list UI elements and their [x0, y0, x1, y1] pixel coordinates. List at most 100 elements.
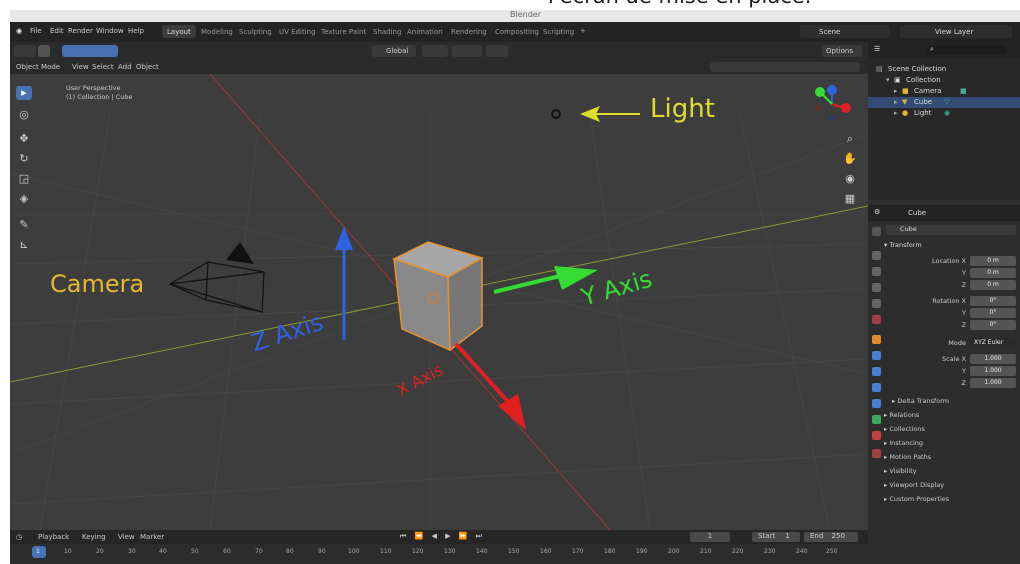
selection-mode-group[interactable]	[62, 45, 118, 57]
scale-y-field[interactable]: 1.000	[970, 366, 1016, 376]
data-tab-icon[interactable]	[872, 415, 881, 424]
cursor-tool[interactable]: ◎	[16, 108, 32, 122]
menu-help[interactable]: Help	[128, 27, 144, 35]
blender-logo-icon[interactable]: ◉	[16, 27, 22, 35]
particles-tab-icon[interactable]	[872, 367, 881, 376]
rotate-tool[interactable]: ↻	[16, 152, 32, 166]
cube-object[interactable]	[392, 241, 484, 352]
menu-add[interactable]: Add	[118, 63, 132, 71]
location-z-field[interactable]: 0 m	[970, 280, 1016, 290]
constraints-tab-icon[interactable]	[872, 399, 881, 408]
pivot-dropdown[interactable]	[422, 45, 448, 57]
view-layer-selector[interactable]: View Layer	[900, 25, 1012, 38]
relations-panel[interactable]: ▸ Relations	[884, 411, 919, 419]
viewport-display-panel[interactable]: ▸ Viewport Display	[884, 481, 944, 489]
transform-orientation-dropdown[interactable]: Global	[372, 45, 416, 57]
render-tab-icon[interactable]	[872, 251, 881, 260]
outliner-row-collection[interactable]: ▾ ▣ Collection	[868, 75, 1020, 86]
camera-view-icon[interactable]: ◉	[842, 172, 858, 186]
camera-object[interactable]	[168, 261, 265, 313]
tab-modeling[interactable]: Modeling	[196, 25, 238, 38]
menu-view[interactable]: View	[72, 63, 89, 71]
3d-viewport[interactable]: User Perspective (1) Collection | Cube L…	[10, 74, 868, 530]
rotation-y-field[interactable]: 0°	[970, 308, 1016, 318]
current-frame-field[interactable]: 1	[690, 532, 730, 542]
tab-shading[interactable]: Shading	[368, 25, 406, 38]
scale-x-field[interactable]: 1.000	[970, 354, 1016, 364]
outliner-row-scene-collection[interactable]: ▤ Scene Collection	[868, 64, 1020, 75]
object-name-field[interactable]: Cube	[886, 225, 1016, 235]
menu-file[interactable]: File	[30, 27, 42, 35]
select-box-tool[interactable]: ▸	[16, 86, 32, 100]
outliner-search-input[interactable]: ⌕	[926, 45, 1006, 55]
perspective-toggle-icon[interactable]: ▦	[842, 192, 858, 206]
snap-toggle[interactable]	[452, 45, 482, 57]
add-workspace-icon[interactable]: +	[580, 27, 586, 35]
output-tab-icon[interactable]	[872, 267, 881, 276]
transform-panel-header[interactable]: ▾ Transform	[884, 241, 922, 249]
rotation-x-field[interactable]: 0°	[970, 296, 1016, 306]
collections-panel[interactable]: ▸ Collections	[884, 425, 925, 433]
delta-transform-panel[interactable]: ▸ Delta Transform	[892, 397, 949, 405]
menu-window[interactable]: Window	[96, 27, 124, 35]
physics-tab-icon[interactable]	[872, 383, 881, 392]
menu-playback[interactable]: Playback	[38, 533, 69, 541]
tab-rendering[interactable]: Rendering	[446, 25, 492, 38]
view-layer-tab-icon[interactable]	[872, 283, 881, 292]
light-object[interactable]	[551, 109, 561, 119]
object-tab-icon[interactable]	[872, 335, 881, 344]
select-mode-button[interactable]	[38, 45, 50, 57]
rotation-mode-dropdown[interactable]: XYZ Euler	[970, 338, 1016, 348]
scene-tab-icon[interactable]	[872, 299, 881, 308]
outliner-row-light[interactable]: ▸ ● Light ◉	[868, 108, 1020, 119]
pan-hand-icon[interactable]: ✋	[842, 152, 858, 166]
start-frame-field[interactable]: Start 1	[752, 532, 800, 542]
tool-tab-icon[interactable]	[872, 227, 881, 236]
tab-animation[interactable]: Animation	[402, 25, 448, 38]
visibility-panel[interactable]: ▸ Visibility	[884, 467, 917, 475]
tab-texture-paint[interactable]: Texture Paint	[316, 25, 371, 38]
rotation-z-field[interactable]: 0°	[970, 320, 1016, 330]
tab-compositing[interactable]: Compositing	[490, 25, 544, 38]
proportional-edit-toggle[interactable]	[486, 45, 508, 57]
motion-paths-panel[interactable]: ▸ Motion Paths	[884, 453, 931, 461]
scale-tool[interactable]: ◲	[16, 172, 32, 186]
menu-object[interactable]: Object	[136, 63, 159, 71]
menu-timeline-view[interactable]: View	[118, 533, 135, 541]
instancing-panel[interactable]: ▸ Instancing	[884, 439, 923, 447]
annotate-tool[interactable]: ✎	[16, 218, 32, 232]
location-x-field[interactable]: 0 m	[970, 256, 1016, 266]
menu-keying[interactable]: Keying	[82, 533, 106, 541]
material-tab-icon[interactable]	[872, 431, 881, 440]
editor-type-button[interactable]	[14, 45, 36, 57]
scale-z-field[interactable]: 1.000	[970, 378, 1016, 388]
custom-properties-panel[interactable]: ▸ Custom Properties	[884, 495, 949, 503]
texture-tab-icon[interactable]	[872, 449, 881, 458]
measure-tool[interactable]: ⊾	[16, 238, 32, 252]
outliner-row-camera[interactable]: ▸ ■ Camera ■	[868, 86, 1020, 97]
navigation-gizmo[interactable]	[815, 85, 851, 121]
options-dropdown[interactable]: Options	[822, 45, 862, 57]
timeline-editor-icon[interactable]: ◷	[16, 533, 22, 541]
scene-selector[interactable]: Scene	[800, 25, 890, 38]
tab-sculpting[interactable]: Sculpting	[234, 25, 277, 38]
timeline-area[interactable]: 1 10 20 30 40 50 60 70 80 90 100 110 120…	[10, 544, 868, 564]
tab-layout[interactable]: Layout	[162, 25, 196, 38]
zoom-icon[interactable]: ⌕	[842, 132, 858, 146]
location-y-field[interactable]: 0 m	[970, 268, 1016, 278]
object-mode-dropdown[interactable]: Object Mode	[16, 63, 60, 71]
world-tab-icon[interactable]	[872, 315, 881, 324]
tab-uv-editing[interactable]: UV Editing	[274, 25, 321, 38]
menu-marker[interactable]: Marker	[140, 533, 164, 541]
move-tool[interactable]: ✥	[16, 132, 32, 146]
menu-render[interactable]: Render	[68, 27, 93, 35]
playback-controls[interactable]: ⏮ ⏪ ◀ ▶ ⏩ ⏭	[400, 532, 485, 541]
shading-controls[interactable]	[710, 62, 860, 72]
menu-select[interactable]: Select	[92, 63, 114, 71]
transform-tool[interactable]: ◈	[16, 192, 32, 206]
properties-editor-icon[interactable]: ⚙	[874, 208, 880, 216]
outliner-row-cube[interactable]: ▸ ▼ Cube ▽	[868, 97, 1020, 108]
menu-edit[interactable]: Edit	[50, 27, 64, 35]
end-frame-field[interactable]: End 250	[804, 532, 858, 542]
modifiers-tab-icon[interactable]	[872, 351, 881, 360]
